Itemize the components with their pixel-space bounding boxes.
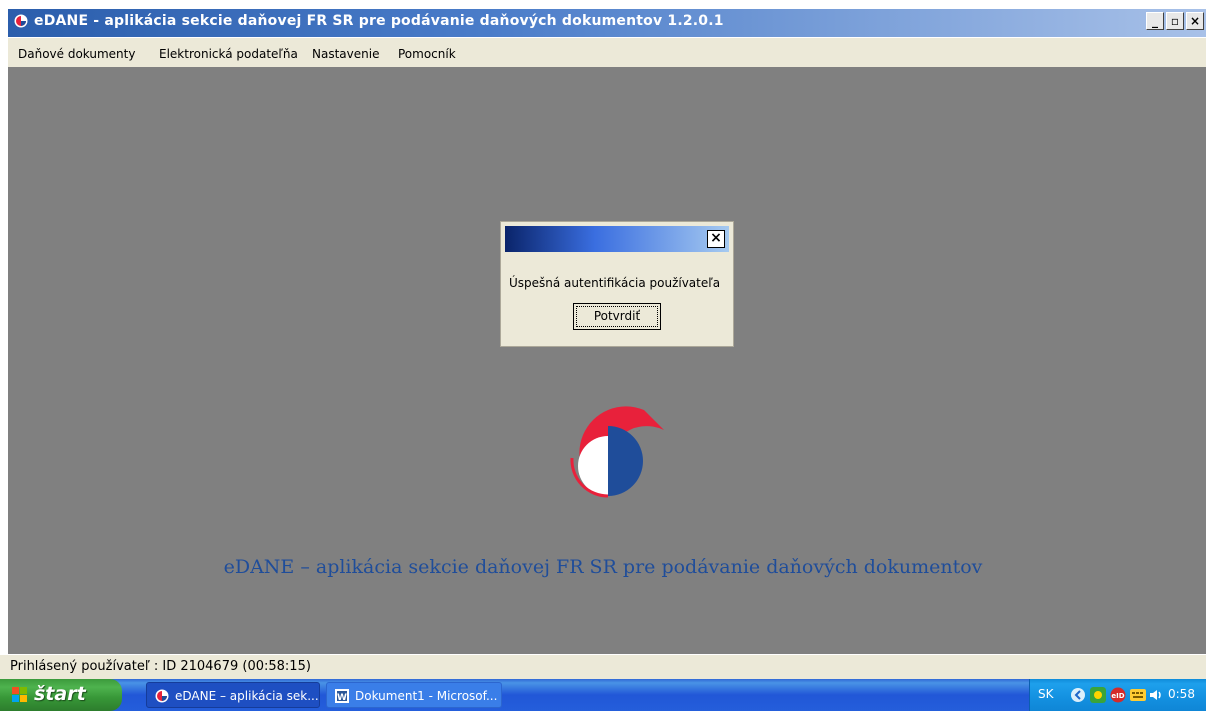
- window-titlebar: eDANE - aplikácia sekcie daňovej FR SR p…: [0, 0, 1206, 38]
- menu-item-pomocnik[interactable]: Pomocník: [398, 47, 456, 61]
- system-tray: SK eID 0:58: [1029, 679, 1206, 711]
- taskbar-item-edane[interactable]: eDANE – aplikácia sek...: [146, 682, 320, 708]
- dialog-close-button[interactable]: ×: [707, 230, 725, 248]
- taskbar-item-label: Dokument1 - Microsof...: [355, 689, 498, 703]
- volume-icon[interactable]: [1148, 687, 1164, 703]
- logged-user-status: Prihlásený používateľ : ID 2104679 (00:5…: [10, 659, 311, 674]
- keyboard-icon[interactable]: [1130, 687, 1146, 703]
- eid-icon[interactable]: eID: [1110, 687, 1126, 703]
- confirm-button[interactable]: Potvrdiť: [573, 303, 661, 330]
- financna-sprava-logo: [570, 406, 664, 498]
- language-indicator[interactable]: SK: [1038, 687, 1054, 701]
- minimize-button[interactable]: _: [1146, 12, 1164, 30]
- taskbar-item-label: eDANE – aplikácia sek...: [175, 689, 319, 703]
- windows-taskbar: štart eDANE – aplikácia sek... W Dokumen…: [0, 679, 1206, 711]
- system-clock[interactable]: 0:58: [1168, 687, 1195, 701]
- edane-app-icon: [14, 14, 28, 28]
- svg-text:W: W: [337, 693, 347, 703]
- button-focus-outline: [576, 306, 658, 327]
- start-label: štart: [34, 683, 86, 705]
- windows-flag-icon: [12, 687, 27, 702]
- word-document-icon: W: [335, 689, 349, 703]
- status-bar: Prihlásený používateľ : ID 2104679 (00:5…: [0, 654, 1206, 680]
- start-button[interactable]: štart: [0, 679, 122, 711]
- auth-success-dialog: × Úspešná autentifikácia používateľa Pot…: [500, 221, 734, 347]
- taskbar-item-dokument1[interactable]: W Dokument1 - Microsof...: [326, 682, 502, 708]
- menu-bar: Daňové dokumenty Elektronická podateľňa …: [8, 38, 1206, 67]
- menu-item-elektronicka-podatelna[interactable]: Elektronická podateľňa: [159, 47, 298, 61]
- app-tagline: eDANE – aplikácia sekcie daňovej FR SR p…: [223, 556, 983, 578]
- menu-item-nastavenie[interactable]: Nastavenie: [312, 47, 379, 61]
- network-sun-icon[interactable]: [1090, 687, 1106, 703]
- dialog-titlebar: ×: [505, 226, 729, 252]
- menu-item-danove-dokumenty[interactable]: Daňové dokumenty: [18, 47, 135, 61]
- window-title: eDANE - aplikácia sekcie daňovej FR SR p…: [34, 13, 724, 29]
- restore-button[interactable]: ▫: [1166, 12, 1184, 30]
- tray-expand-icon[interactable]: [1070, 687, 1086, 703]
- close-window-button[interactable]: ×: [1186, 12, 1204, 30]
- dialog-message: Úspešná autentifikácia používateľa: [509, 276, 721, 290]
- svg-text:eID: eID: [1111, 692, 1124, 700]
- edane-task-icon: [155, 689, 169, 703]
